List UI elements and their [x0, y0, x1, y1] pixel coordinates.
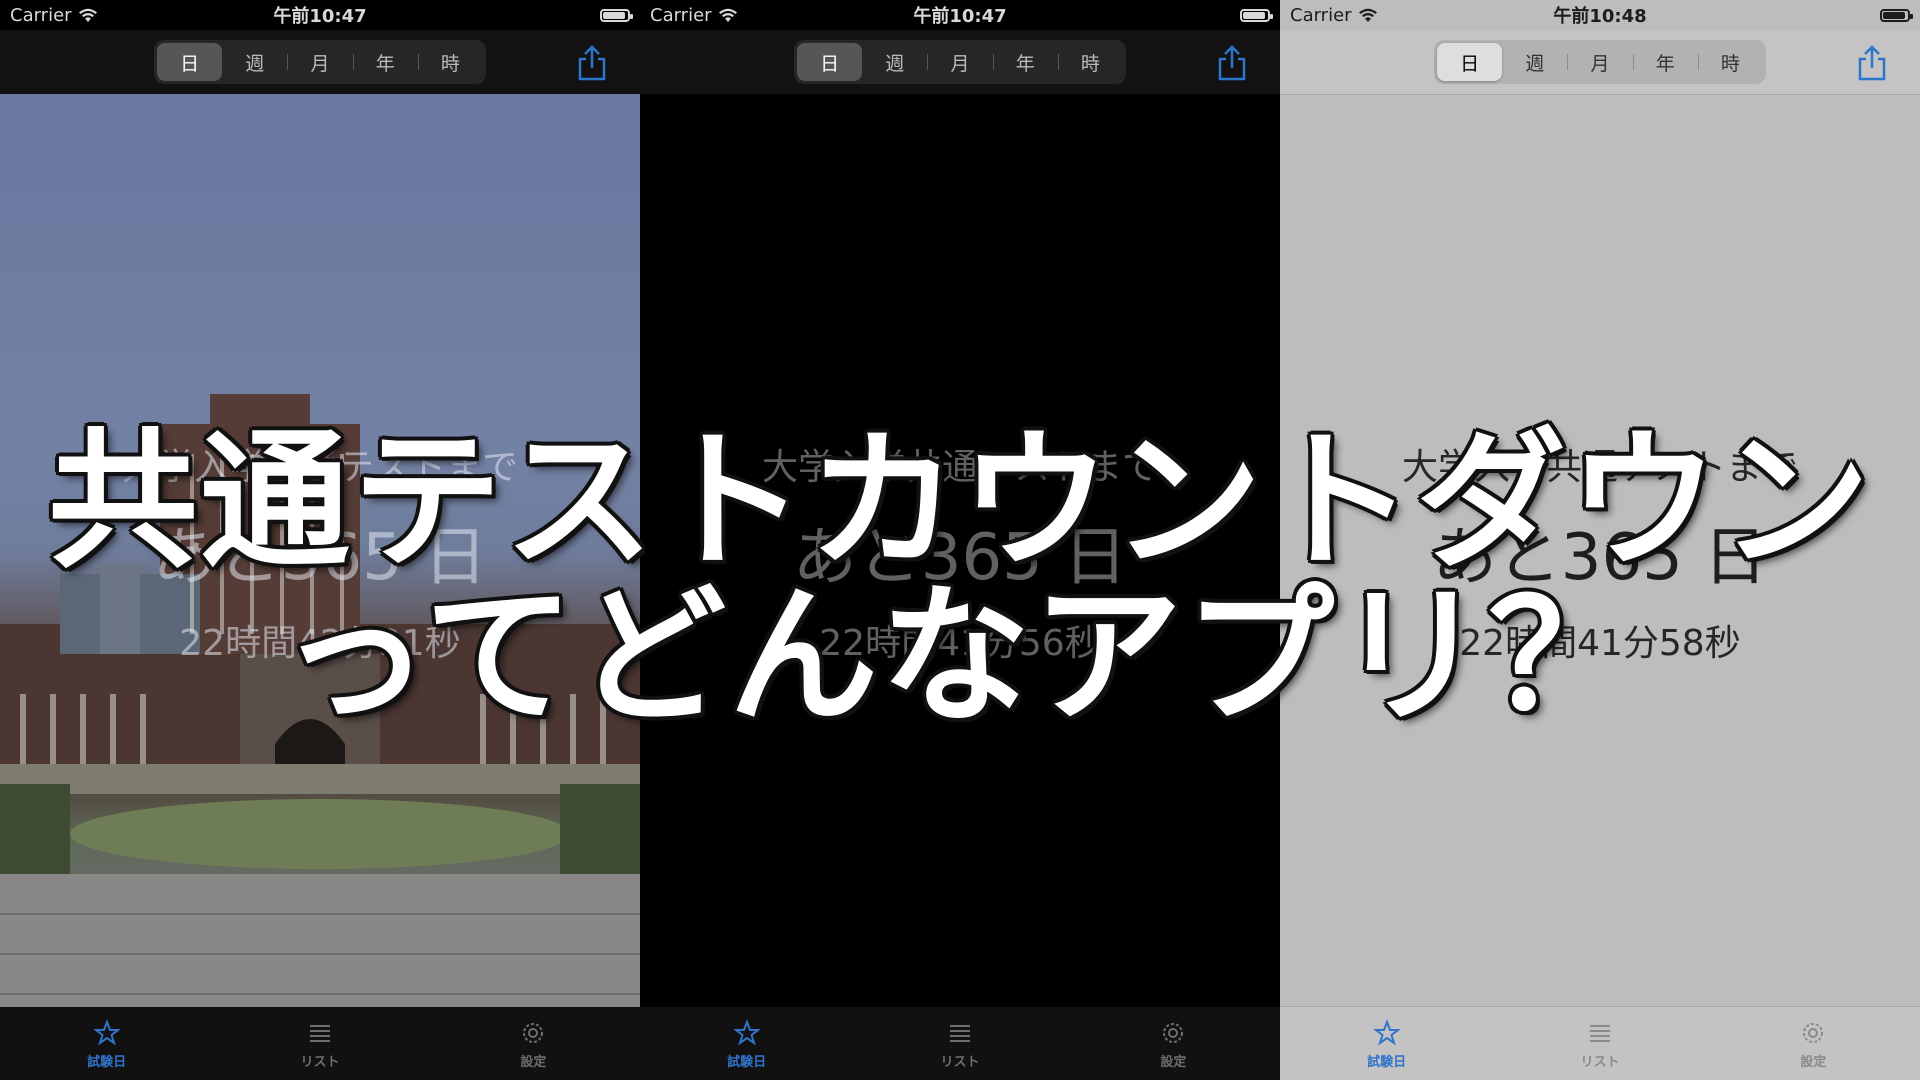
- status-time: 午前10:47: [273, 6, 367, 27]
- navigation-bar: 日 週 月 年 時: [640, 30, 1280, 94]
- status-time: 午前10:48: [1553, 6, 1647, 27]
- share-icon[interactable]: [574, 44, 610, 82]
- segment-day[interactable]: 日: [797, 43, 863, 81]
- tab-label: 設定: [1800, 1055, 1827, 1070]
- status-time: 午前10:47: [913, 6, 1007, 27]
- segment-week[interactable]: 週: [222, 43, 287, 81]
- tab-label: 試験日: [87, 1055, 127, 1070]
- gear-icon: [1803, 1023, 1824, 1043]
- tab-label: 試験日: [1367, 1055, 1407, 1070]
- battery-icon: [1880, 8, 1913, 22]
- tab-exam-date[interactable]: 試験日: [0, 1007, 213, 1080]
- list-icon: [309, 1025, 330, 1042]
- list-icon: [1589, 1025, 1610, 1042]
- battery-icon: [600, 8, 633, 22]
- tab-label: リスト: [300, 1055, 340, 1070]
- tab-settings[interactable]: 設定: [1707, 1007, 1920, 1080]
- segment-day[interactable]: 日: [1437, 43, 1503, 81]
- carrier-label: Carrier: [10, 4, 72, 26]
- navigation-bar: 日 週 月 年 時: [1280, 30, 1920, 95]
- period-segmented-control[interactable]: 日 週 月 年 時: [1434, 40, 1766, 84]
- carrier-label: Carrier: [650, 4, 712, 26]
- tab-bar: 試験日 リスト 設定: [1280, 1006, 1920, 1080]
- segment-month[interactable]: 月: [1567, 43, 1632, 81]
- gear-icon: [523, 1023, 544, 1043]
- segment-year[interactable]: 年: [1632, 43, 1698, 81]
- status-bar: Carrier 午前10:47: [0, 0, 640, 30]
- segment-week[interactable]: 週: [862, 43, 927, 81]
- tab-label: 試験日: [727, 1055, 767, 1070]
- wifi-icon: [78, 8, 97, 22]
- tab-label: リスト: [1580, 1055, 1620, 1070]
- period-segmented-control[interactable]: 日 週 月 年 時: [154, 40, 486, 84]
- star-icon: [732, 1019, 761, 1046]
- period-segmented-control[interactable]: 日 週 月 年 時: [794, 40, 1126, 84]
- status-bar: Carrier 午前10:48: [1280, 0, 1920, 30]
- segment-year[interactable]: 年: [992, 43, 1058, 81]
- carrier-label: Carrier: [1290, 4, 1352, 26]
- tab-list[interactable]: リスト: [853, 1007, 1066, 1080]
- star-icon: [1372, 1019, 1401, 1046]
- wifi-icon: [1358, 8, 1377, 22]
- navigation-bar: 日 週 月 年 時: [0, 30, 640, 94]
- segment-month[interactable]: 月: [287, 43, 352, 81]
- share-icon[interactable]: [1214, 44, 1250, 82]
- segment-day[interactable]: 日: [157, 43, 223, 81]
- tab-list[interactable]: リスト: [1493, 1007, 1706, 1080]
- tab-settings[interactable]: 設定: [1067, 1007, 1280, 1080]
- tab-bar: 試験日 リスト 設定: [640, 1007, 1280, 1080]
- wifi-icon: [718, 8, 737, 22]
- list-icon: [949, 1025, 970, 1042]
- segment-year[interactable]: 年: [352, 43, 418, 81]
- star-icon: [92, 1019, 121, 1046]
- segment-month[interactable]: 月: [927, 43, 992, 81]
- tab-exam-date[interactable]: 試験日: [1280, 1007, 1493, 1080]
- tab-label: リスト: [940, 1055, 980, 1070]
- tab-label: 設定: [1160, 1055, 1187, 1070]
- tab-label: 設定: [520, 1055, 547, 1070]
- segment-hour[interactable]: 時: [417, 43, 483, 81]
- segment-hour[interactable]: 時: [1697, 43, 1763, 81]
- tab-settings[interactable]: 設定: [427, 1007, 640, 1080]
- segment-week[interactable]: 週: [1502, 43, 1567, 81]
- tab-exam-date[interactable]: 試験日: [640, 1007, 853, 1080]
- gear-icon: [1163, 1023, 1184, 1043]
- battery-icon: [1240, 8, 1273, 22]
- overlay-title-line2: ってどんなアプリ？: [279, 570, 1641, 744]
- tab-list[interactable]: リスト: [213, 1007, 426, 1080]
- tab-bar: 試験日 リスト 設定: [0, 1007, 640, 1080]
- status-bar: Carrier 午前10:47: [640, 0, 1280, 30]
- share-icon[interactable]: [1854, 44, 1890, 82]
- segment-hour[interactable]: 時: [1057, 43, 1123, 81]
